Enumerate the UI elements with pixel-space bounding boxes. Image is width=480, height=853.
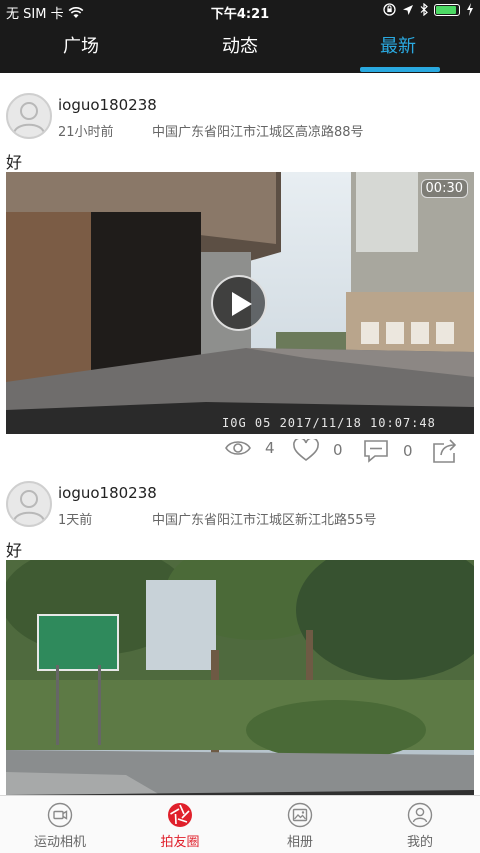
views-count: 4 bbox=[265, 439, 275, 457]
avatar[interactable] bbox=[6, 481, 52, 527]
tabbar-label: 运动相机 bbox=[33, 835, 86, 850]
top-tab-bar: 广场 动态 最新 bbox=[0, 22, 480, 73]
post-actions: 4 0 0 bbox=[0, 439, 480, 469]
tabbar-item-friends[interactable]: 拍友圈 bbox=[120, 802, 240, 850]
comment-button[interactable]: 0 bbox=[363, 439, 413, 463]
post-username[interactable]: ioguo180238 bbox=[58, 484, 157, 502]
eye-icon bbox=[225, 441, 251, 455]
tab-latest[interactable]: 最新 bbox=[380, 32, 416, 58]
status-bar: 无 SIM 卡 下午4:21 bbox=[0, 0, 480, 22]
play-icon bbox=[232, 292, 252, 316]
profile-icon bbox=[407, 802, 433, 828]
photo-image bbox=[6, 560, 474, 795]
default-avatar-icon bbox=[13, 102, 45, 134]
likes-count: 0 bbox=[333, 441, 343, 459]
tabbar-label: 相册 bbox=[286, 835, 313, 850]
video-thumbnail[interactable]: 00:30 I0G 05 2017/11/18 10:07:48 bbox=[6, 172, 474, 434]
post-time: 21小时前 bbox=[58, 125, 114, 140]
photo-thumbnail[interactable] bbox=[6, 560, 474, 795]
tabbar-item-camera[interactable]: 运动相机 bbox=[0, 802, 120, 850]
tab-feed[interactable]: 动态 bbox=[222, 32, 258, 58]
comment-icon bbox=[364, 440, 388, 463]
status-right bbox=[383, 3, 474, 16]
camera-icon bbox=[47, 802, 73, 828]
like-button[interactable]: 0 bbox=[293, 439, 343, 461]
battery-icon bbox=[434, 3, 460, 16]
orientation-lock-icon bbox=[383, 3, 396, 16]
views-counter: 4 bbox=[225, 439, 275, 457]
aperture-icon bbox=[168, 803, 192, 827]
post-username[interactable]: ioguo180238 bbox=[58, 96, 157, 114]
tab-plaza[interactable]: 广场 bbox=[63, 32, 99, 58]
video-timestamp-overlay: I0G 05 2017/11/18 10:07:48 bbox=[222, 416, 436, 430]
heart-icon bbox=[293, 439, 319, 461]
share-icon bbox=[433, 439, 457, 463]
bluetooth-icon bbox=[420, 3, 428, 16]
bottom-tab-bar: 运动相机 拍友圈 相册 我的 bbox=[0, 795, 480, 853]
comments-count: 0 bbox=[403, 442, 413, 460]
post-text: 好 bbox=[6, 541, 23, 560]
post-text: 好 bbox=[6, 153, 23, 172]
avatar[interactable] bbox=[6, 93, 52, 139]
active-tab-indicator bbox=[360, 67, 440, 72]
post-location: 中国广东省阳江市江城区高凉路88号 bbox=[152, 125, 364, 140]
tabbar-label: 拍友圈 bbox=[160, 835, 200, 850]
post-location: 中国广东省阳江市江城区新江北路55号 bbox=[152, 513, 377, 528]
post-time: 1天前 bbox=[58, 513, 93, 528]
default-avatar-icon bbox=[13, 490, 45, 522]
post-feed[interactable]: ioguo180238 21小时前 中国广东省阳江市江城区高凉路88号 好 00… bbox=[0, 73, 480, 795]
share-button[interactable] bbox=[432, 439, 458, 463]
charging-icon bbox=[467, 3, 473, 16]
tabbar-label: 我的 bbox=[406, 835, 433, 850]
play-button[interactable] bbox=[211, 275, 267, 331]
tabbar-item-album[interactable]: 相册 bbox=[240, 802, 360, 850]
video-duration: 00:30 bbox=[420, 179, 468, 198]
tabbar-item-profile[interactable]: 我的 bbox=[360, 802, 480, 850]
location-arrow-icon bbox=[403, 4, 413, 15]
album-icon bbox=[287, 802, 313, 828]
